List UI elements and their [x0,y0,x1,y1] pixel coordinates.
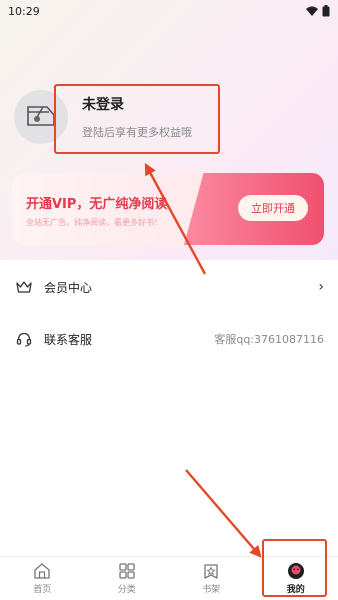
profile-text: 未登录 登陆后享有更多权益哦 [82,94,192,140]
bookshelf-icon [202,562,220,580]
nav-label: 我的 [286,585,305,595]
login-status-subtitle: 登陆后享有更多权益哦 [82,126,192,139]
crown-icon [16,279,32,295]
menu-item-label: 会员中心 [44,280,93,295]
profile-icon [287,562,305,580]
nav-label: 书架 [202,585,221,595]
nav-label: 分类 [117,585,136,595]
chevron-right-icon: › [318,279,324,295]
bottom-nav: 首页 分类 书架 我的 [0,556,338,600]
grid-icon [118,562,136,580]
home-icon [33,562,51,580]
nav-label: 首页 [33,585,52,595]
annotation-arrow-to-mine-tab [185,469,262,558]
vip-promo-card[interactable]: 开通VIP，无广纯净阅读 全站无广告，纯净阅读，看更多好书！ 立即开通 [12,173,324,245]
login-status-title[interactable]: 未登录 [82,94,192,114]
status-bar: 10:29 [0,0,338,22]
status-time: 10:29 [8,4,40,18]
nav-item-home[interactable]: 首页 [0,557,85,600]
wifi-icon [306,6,318,16]
customer-service-qq: 客服qq:3761087116 [214,333,324,346]
vip-title: 开通VIP，无广纯净阅读 [26,197,168,212]
menu-item-customer-service[interactable]: 联系客服 客服qq:3761087116 [0,324,338,354]
avatar-placeholder-icon [27,106,55,126]
nav-item-category[interactable]: 分类 [85,557,170,600]
nav-item-bookshelf[interactable]: 书架 [169,557,254,600]
vip-subtitle: 全站无广告，纯净阅读，看更多好书！ [26,218,162,227]
menu-item-vip-center[interactable]: 会员中心 › [0,272,338,302]
vip-open-button[interactable]: 立即开通 [238,195,308,221]
avatar[interactable] [14,90,68,144]
menu-item-label: 联系客服 [44,332,93,347]
login-profile[interactable]: 未登录 登陆后享有更多权益哦 [14,90,192,144]
battery-icon [322,5,330,17]
nav-item-mine[interactable]: 我的 [254,557,338,600]
status-icons [306,5,330,17]
headset-icon [16,331,32,347]
